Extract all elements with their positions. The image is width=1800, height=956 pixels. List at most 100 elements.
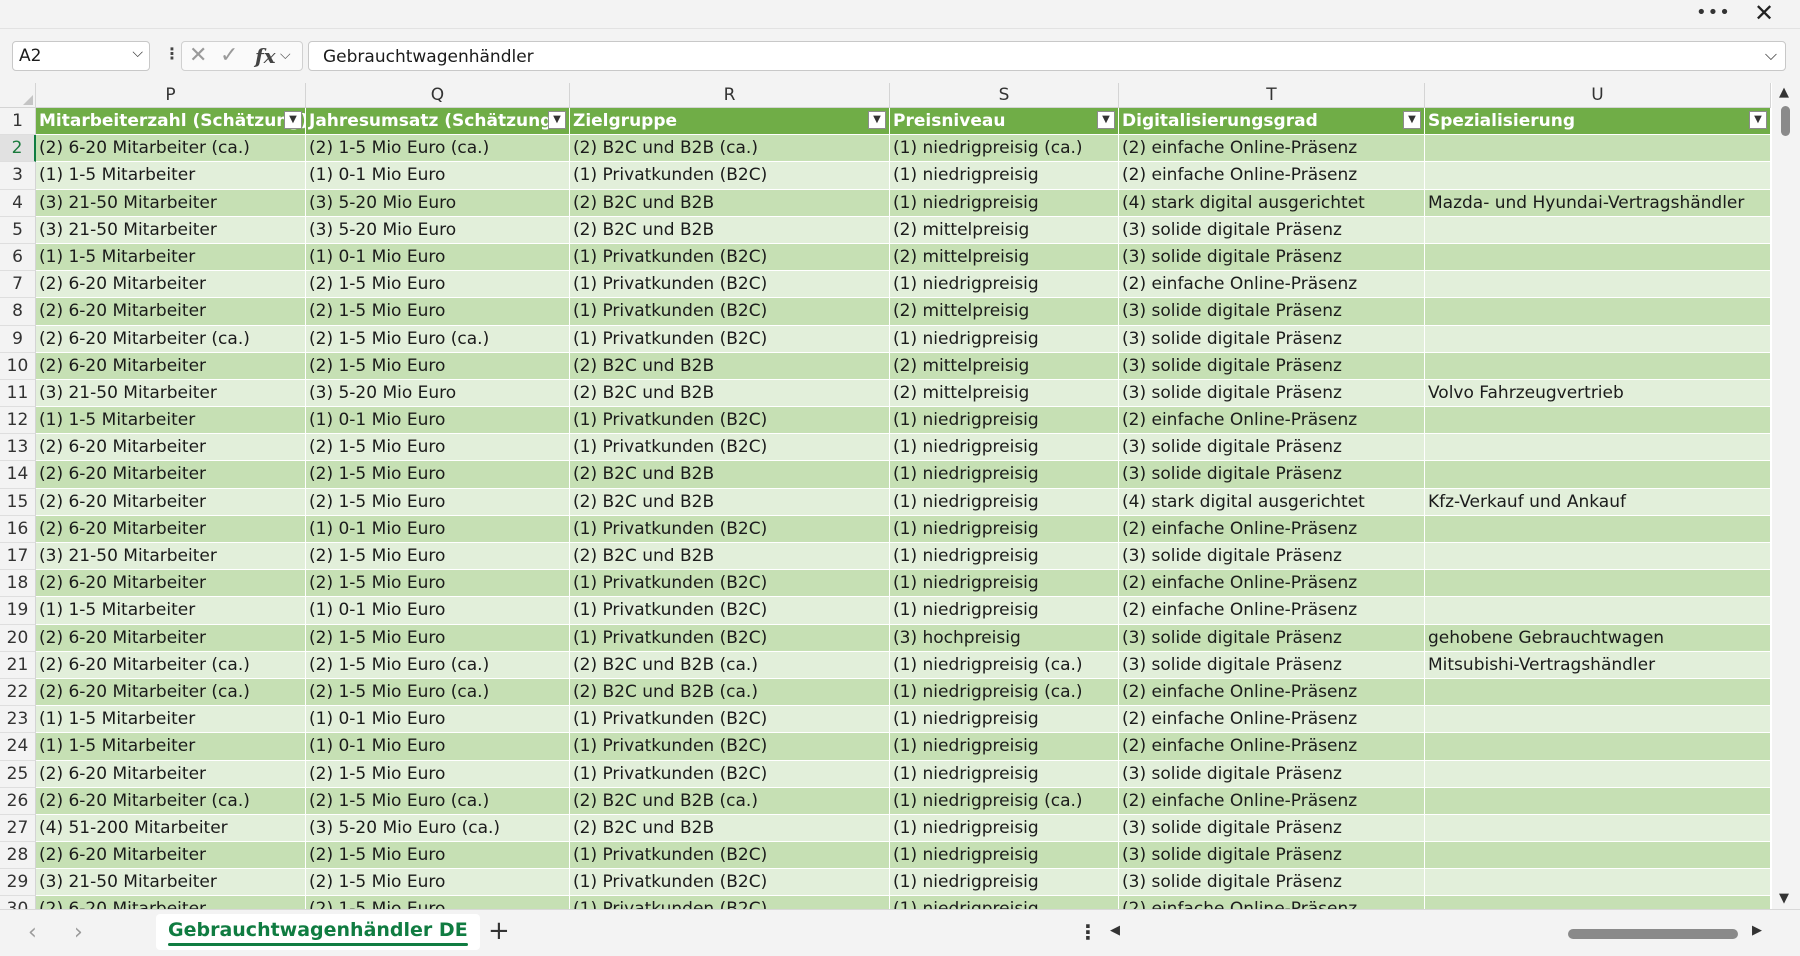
table-cell[interactable]	[1425, 243, 1771, 272]
table-cell[interactable]	[1425, 869, 1771, 897]
table-cell[interactable]: (2) einfache Online-Präsenz	[1119, 733, 1425, 761]
table-cell[interactable]: (1) 1-5 Mitarbeiter	[36, 706, 306, 734]
table-cell[interactable]: (1) Privatkunden (B2C)	[570, 434, 890, 462]
row-number[interactable]: 27	[0, 814, 36, 843]
row-number[interactable]: 15	[0, 488, 36, 516]
table-cell[interactable]	[1425, 597, 1771, 625]
table-cell[interactable]: (1) niedrigpreisig (ca.)	[890, 787, 1119, 815]
table-cell[interactable]: (2) 1-5 Mio Euro	[306, 842, 570, 870]
table-cell[interactable]: (2) 1-5 Mio Euro	[306, 624, 570, 652]
filter-dropdown-icon[interactable]: ▼	[868, 111, 886, 129]
row-number[interactable]: 6	[0, 243, 36, 272]
table-cell[interactable]: (1) niedrigpreisig	[890, 814, 1119, 843]
table-cell[interactable]	[1425, 515, 1771, 543]
table-cell[interactable]: (1) niedrigpreisig	[890, 543, 1119, 571]
row-number[interactable]: 12	[0, 407, 36, 435]
row-number[interactable]: 10	[0, 352, 36, 380]
table-cell[interactable]: (1) 0-1 Mio Euro	[306, 706, 570, 734]
vertical-scrollbar[interactable]: ▲ ▼	[1772, 83, 1800, 909]
table-cell[interactable]: (1) Privatkunden (B2C)	[570, 706, 890, 734]
table-cell[interactable]: (1) Privatkunden (B2C)	[570, 733, 890, 761]
table-cell[interactable]	[1425, 760, 1771, 788]
previous-sheet-icon[interactable]: ‹	[28, 920, 37, 945]
table-cell[interactable]: (3) 21-50 Mitarbeiter	[36, 543, 306, 571]
table-cell[interactable]: (2) 1-5 Mio Euro	[306, 570, 570, 598]
row-number[interactable]: 20	[0, 624, 36, 652]
table-cell[interactable]: (2) mittelpreisig	[890, 352, 1119, 380]
table-cell[interactable]: Mitsubishi-Vertragshändler	[1425, 651, 1771, 679]
table-cell[interactable]	[1425, 896, 1771, 909]
table-cell[interactable]: (1) niedrigpreisig	[890, 842, 1119, 870]
row-number[interactable]: 23	[0, 706, 36, 734]
table-cell[interactable]	[1425, 162, 1771, 190]
table-cell[interactable]: (2) B2C und B2B	[570, 352, 890, 380]
row-number[interactable]: 17	[0, 543, 36, 571]
row-number[interactable]: 14	[0, 461, 36, 489]
table-cell[interactable]: (2) einfache Online-Präsenz	[1119, 896, 1425, 909]
table-cell[interactable]: (2) 1-5 Mio Euro	[306, 271, 570, 299]
table-cell[interactable]: (2) einfache Online-Präsenz	[1119, 515, 1425, 543]
table-cell[interactable]: (3) solide digitale Präsenz	[1119, 434, 1425, 462]
table-cell[interactable]: (2) einfache Online-Präsenz	[1119, 570, 1425, 598]
header-cell[interactable]: Zielgruppe ▼	[570, 108, 890, 136]
table-cell[interactable]: (1) 1-5 Mitarbeiter	[36, 407, 306, 435]
table-cell[interactable]: (3) solide digitale Präsenz	[1119, 651, 1425, 679]
table-cell[interactable]: (2) mittelpreisig	[890, 298, 1119, 326]
table-cell[interactable]: (2) B2C und B2B	[570, 189, 890, 217]
table-cell[interactable]: (3) 5-20 Mio Euro	[306, 379, 570, 408]
column-header-r[interactable]: R	[570, 83, 890, 108]
header-cell[interactable]: Digitalisierungsgrad ▼	[1119, 108, 1425, 136]
table-cell[interactable]	[1425, 842, 1771, 870]
table-cell[interactable]	[1425, 543, 1771, 571]
formula-value[interactable]: Gebrauchtwagenhändler	[323, 47, 534, 67]
table-cell[interactable]: (4) stark digital ausgerichtet	[1119, 189, 1425, 217]
table-cell[interactable]: (2) B2C und B2B (ca.)	[570, 678, 890, 707]
scroll-left-icon[interactable]: ◀	[1110, 923, 1120, 938]
table-cell[interactable]: (3) 21-50 Mitarbeiter	[36, 216, 306, 244]
table-cell[interactable]: (2) einfache Online-Präsenz	[1119, 162, 1425, 190]
table-cell[interactable]: (2) 1-5 Mio Euro (ca.)	[306, 651, 570, 679]
row-number[interactable]: 26	[0, 787, 36, 815]
table-cell[interactable]: (3) 21-50 Mitarbeiter	[36, 189, 306, 217]
row-number[interactable]: 16	[0, 515, 36, 543]
row-number[interactable]: 9	[0, 325, 36, 353]
table-cell[interactable]: (2) 1-5 Mio Euro	[306, 869, 570, 897]
row-number[interactable]: 21	[0, 651, 36, 679]
expand-formula-bar-icon[interactable]: ⌵	[1765, 45, 1777, 65]
table-cell[interactable]: (2) 1-5 Mio Euro	[306, 298, 570, 326]
table-cell[interactable]: (1) 0-1 Mio Euro	[306, 243, 570, 272]
table-cell[interactable]: (2) 6-20 Mitarbeiter	[36, 488, 306, 516]
table-cell[interactable]	[1425, 407, 1771, 435]
table-cell[interactable]: (2) 6-20 Mitarbeiter (ca.)	[36, 651, 306, 679]
table-cell[interactable]: (2) 6-20 Mitarbeiter	[36, 842, 306, 870]
filter-dropdown-icon[interactable]: ▼	[284, 111, 302, 129]
table-cell[interactable]: (1) niedrigpreisig (ca.)	[890, 678, 1119, 707]
table-cell[interactable]: (1) niedrigpreisig	[890, 706, 1119, 734]
table-cell[interactable]: (1) niedrigpreisig	[890, 325, 1119, 353]
table-cell[interactable]: (1) niedrigpreisig	[890, 570, 1119, 598]
table-cell[interactable]: (2) 1-5 Mio Euro	[306, 434, 570, 462]
filter-dropdown-icon[interactable]: ▼	[1749, 111, 1767, 129]
table-cell[interactable]: (2) 6-20 Mitarbeiter	[36, 760, 306, 788]
next-sheet-icon[interactable]: ›	[74, 920, 83, 945]
table-cell[interactable]: (1) niedrigpreisig (ca.)	[890, 135, 1119, 163]
cancel-icon[interactable]: ✕	[189, 43, 207, 68]
row-number[interactable]: 19	[0, 597, 36, 625]
horizontal-scroll-thumb[interactable]	[1568, 929, 1738, 939]
more-options-icon[interactable]: •••	[1696, 2, 1730, 26]
table-cell[interactable]: (2) 6-20 Mitarbeiter	[36, 298, 306, 326]
table-cell[interactable]: (1) Privatkunden (B2C)	[570, 243, 890, 272]
table-cell[interactable]: (2) 6-20 Mitarbeiter (ca.)	[36, 325, 306, 353]
insert-function-icon[interactable]: fx	[255, 44, 276, 68]
table-cell[interactable]: (1) niedrigpreisig	[890, 488, 1119, 516]
row-number[interactable]: 5	[0, 216, 36, 244]
select-all-corner[interactable]	[0, 83, 36, 108]
table-cell[interactable]: (2) 1-5 Mio Euro	[306, 760, 570, 788]
table-cell[interactable]: (2) einfache Online-Präsenz	[1119, 597, 1425, 625]
table-cell[interactable]: (2) 6-20 Mitarbeiter	[36, 515, 306, 543]
table-cell[interactable]: (2) 1-5 Mio Euro	[306, 488, 570, 516]
table-cell[interactable]: (1) niedrigpreisig	[890, 869, 1119, 897]
table-cell[interactable]: (2) einfache Online-Präsenz	[1119, 678, 1425, 707]
table-cell[interactable]: (2) 1-5 Mio Euro	[306, 461, 570, 489]
row-number[interactable]: 2	[0, 135, 36, 163]
